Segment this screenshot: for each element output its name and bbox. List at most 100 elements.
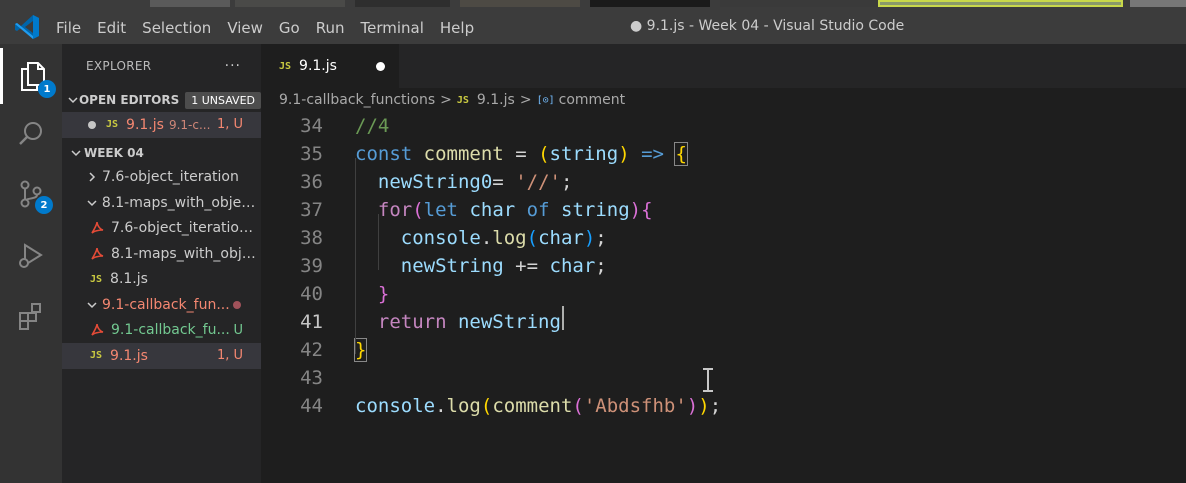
code-line[interactable]: 39 newString += char; [261, 252, 1186, 280]
code-line[interactable]: 36 newString0= '//'; [261, 168, 1186, 196]
js-file-icon: JS [90, 273, 103, 285]
line-number: 36 [300, 171, 323, 193]
line-number: 41 [300, 311, 323, 333]
line-number: 35 [300, 143, 323, 165]
tree-item-label: 9.1-callback_fu... [111, 322, 230, 339]
editor-tab[interactable]: JS 9.1.js [261, 44, 399, 88]
line-number: 43 [300, 367, 323, 389]
open-editors-label: OPEN EDITORS [78, 93, 180, 107]
activity-extensions[interactable] [0, 288, 62, 344]
js-file-icon: JS [279, 60, 292, 72]
tree-file-item[interactable]: 8.1-maps_with_obje... [62, 241, 261, 267]
tree-file-item[interactable]: 9.1-callback_fu... U [62, 318, 261, 344]
tree-item-label: 7.6-object_iteration.... [111, 220, 256, 237]
unsaved-badge: 1 UNSAVED [185, 91, 261, 109]
line-number: 40 [300, 283, 323, 305]
editor-tab-bar: JS 9.1.js [261, 44, 1186, 88]
code-line[interactable]: 41 return newString [261, 308, 1186, 336]
line-number: 34 [300, 115, 323, 137]
line-number: 38 [300, 227, 323, 249]
activity-search[interactable] [0, 106, 62, 162]
search-icon [19, 122, 42, 145]
code-line[interactable]: 34 //4 [261, 112, 1186, 140]
tree-item-label: 8.1-maps_with_obje... [111, 245, 256, 262]
tree-folder-item[interactable]: 8.1-maps_with_objects [62, 190, 261, 216]
extensions-icon [19, 303, 41, 330]
breadcrumb-symbol[interactable]: comment [559, 92, 626, 108]
more-actions-button[interactable]: ··· [225, 58, 241, 74]
code-line[interactable]: 37 for(let char of string){ [261, 196, 1186, 224]
code-line[interactable]: 38 console.log(char); [261, 224, 1186, 252]
code-line[interactable]: 44 console.log(comment('Abdsfhb')); [261, 392, 1186, 420]
code-line[interactable]: 42} [261, 336, 1186, 364]
code-line[interactable]: 43 [261, 364, 1186, 392]
breadcrumb-file[interactable]: 9.1.js [477, 92, 515, 108]
menu-help[interactable]: Help [432, 18, 482, 38]
menu-view[interactable]: View [219, 18, 271, 38]
open-editor-filename: 9.1.js [126, 116, 164, 133]
line-number: 42 [300, 339, 323, 361]
sidebar-title: EXPLORER [86, 59, 152, 73]
tree-item-label: 8.1-maps_with_objects [101, 194, 261, 211]
open-editor-item[interactable]: JS 9.1.js 9.1-c... 1, U [62, 112, 261, 138]
line-code: console.log(char); [400, 227, 607, 249]
activity-source-control[interactable]: 2 [0, 166, 62, 222]
window-title: ● 9.1.js - Week 04 - Visual Studio Code [630, 18, 905, 34]
video-thumbnail [590, 0, 710, 7]
open-editor-folder: 9.1-c... [168, 117, 211, 132]
open-editor-status: 1, U [216, 117, 243, 133]
vscode-logo-icon [15, 15, 39, 39]
unsaved-dot-icon[interactable] [376, 62, 385, 71]
line-code: const comment = (string) => { [355, 142, 688, 166]
mouse-ibeam-icon [703, 368, 713, 392]
tree-file-item[interactable]: 7.6-object_iteration.... [62, 216, 261, 242]
chevron-down-icon [84, 300, 100, 310]
breadcrumb-separator: > [519, 92, 532, 108]
activity-run-debug[interactable] [0, 228, 62, 284]
menu-go[interactable]: Go [271, 18, 308, 38]
tree-item-status: 1, U [216, 348, 243, 364]
activity-explorer[interactable]: 1 [0, 48, 62, 104]
code-line[interactable]: 40 } [261, 280, 1186, 308]
menu-selection[interactable]: Selection [134, 18, 219, 38]
line-code: newString += char; [400, 255, 607, 277]
title-bar: File Edit Selection View Go Run Terminal… [0, 0, 1186, 44]
menu-terminal[interactable]: Terminal [353, 18, 432, 38]
line-code: return newString [377, 311, 561, 333]
workspace-label: WEEK 04 [84, 145, 144, 160]
workspace-header[interactable]: WEEK 04 [62, 141, 261, 165]
video-thumbnail [720, 0, 880, 7]
run-debug-icon [19, 243, 43, 268]
chevron-down-icon [84, 198, 100, 208]
explorer-badge: 1 [38, 80, 56, 98]
pdf-file-icon [91, 222, 104, 234]
variable-symbol-icon: [⊙] [536, 94, 555, 106]
menu-edit[interactable]: Edit [89, 18, 134, 38]
line-code: } [377, 283, 390, 305]
pdf-file-icon [91, 324, 104, 336]
tree-item-label: 7.6-object_iteration [102, 169, 239, 186]
line-code: console.log(comment('Abdsfhb')); [355, 395, 722, 417]
tree-folder-item[interactable]: 7.6-object_iteration [62, 165, 261, 191]
tree-file-item-active[interactable]: JS 9.1.js 1, U [62, 343, 261, 369]
open-editors-header[interactable]: OPEN EDITORS 1 UNSAVED [62, 88, 261, 112]
menu-file[interactable]: File [48, 18, 89, 38]
indent-guide [355, 158, 356, 354]
chevron-right-icon [84, 172, 100, 182]
tree-item-label: 9.1.js [110, 347, 148, 364]
activity-bar: 1 2 [0, 44, 62, 483]
line-code: for(let char of string){ [377, 199, 653, 221]
menu-run[interactable]: Run [308, 18, 353, 38]
tree-folder-item[interactable]: 9.1-callback_fun... [62, 292, 261, 318]
text-cursor [562, 306, 564, 330]
code-line[interactable]: 35 const comment = (string) => { [261, 140, 1186, 168]
tree-file-item[interactable]: JS 8.1.js [62, 267, 261, 293]
breadcrumb-folder[interactable]: 9.1-callback_functions [279, 92, 435, 108]
indent-guide [378, 214, 379, 270]
tab-label: 9.1.js [299, 58, 337, 74]
modified-dot-icon [233, 300, 241, 309]
code-editor[interactable]: 44 console.log(comment('Abdsfhb')); 43 42} 4… [261, 112, 1186, 483]
line-code: newString0= '//'; [377, 171, 573, 193]
tree-item-status: U [233, 322, 243, 338]
unsaved-dot-icon [88, 120, 96, 129]
